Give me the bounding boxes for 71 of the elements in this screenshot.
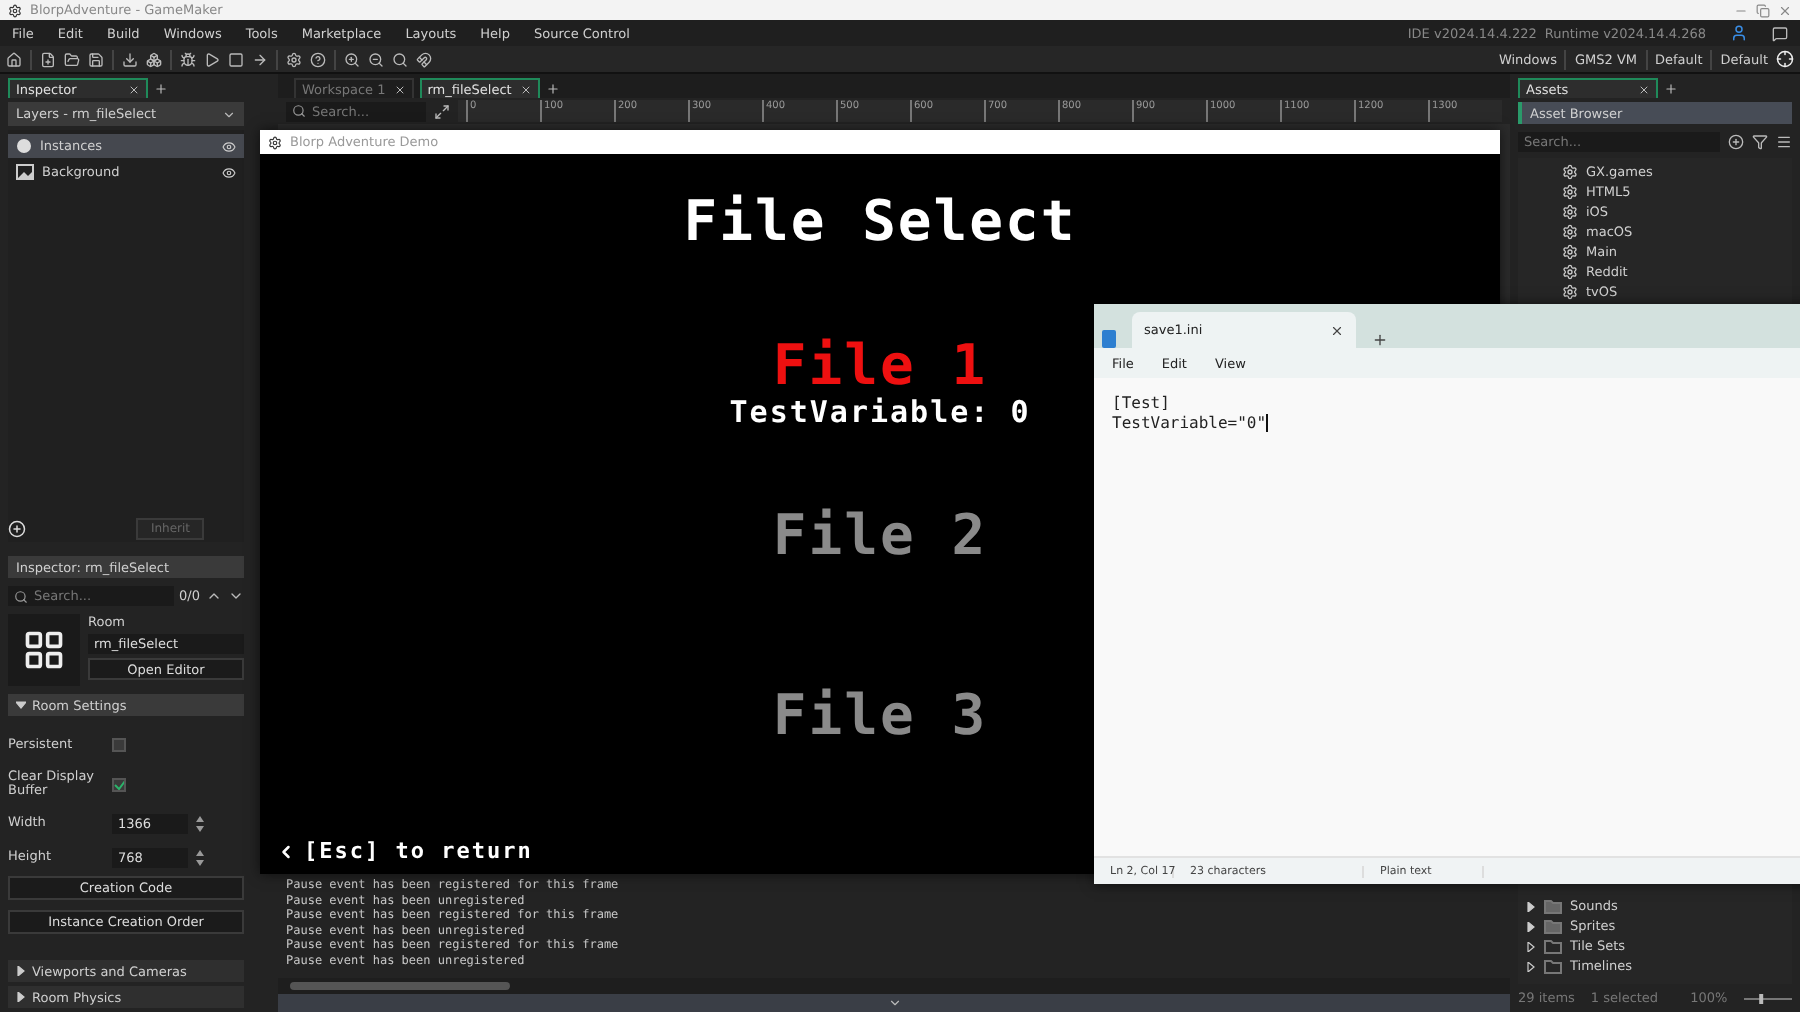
gear-icon: [1562, 264, 1578, 280]
magnet-icon[interactable]: [416, 51, 432, 67]
download-icon[interactable]: [122, 51, 138, 67]
open-folder-icon[interactable]: [64, 51, 80, 67]
checkbox[interactable]: [112, 777, 126, 791]
settings-icon[interactable]: [286, 51, 302, 67]
stop-icon[interactable]: [228, 51, 244, 67]
add-tab-icon[interactable]: [154, 81, 168, 95]
gear-icon: [1562, 184, 1578, 200]
screen-title: File Select: [683, 194, 1077, 250]
visibility-icon[interactable]: [222, 165, 236, 179]
close-icon[interactable]: [1330, 323, 1344, 337]
previous-icon[interactable]: [206, 588, 222, 604]
next-icon[interactable]: [228, 588, 244, 604]
instances-icon: [16, 138, 32, 154]
visibility-icon[interactable]: [222, 139, 236, 153]
restore-icon[interactable]: [1756, 3, 1770, 17]
add-icon[interactable]: [1728, 133, 1744, 149]
expand-arrow-icon[interactable]: [16, 700, 26, 710]
expand-arrow-icon[interactable]: [16, 966, 26, 976]
notepad-icon: [1102, 330, 1116, 348]
add-tab-icon[interactable]: [1664, 81, 1678, 95]
filter-icon[interactable]: [1752, 133, 1768, 149]
file-slot[interactable]: File 3: [772, 688, 988, 744]
chat-icon[interactable]: [1772, 25, 1788, 41]
add-tab-icon[interactable]: [545, 81, 560, 95]
home-icon[interactable]: [6, 51, 22, 67]
bug-icon[interactable]: [180, 51, 196, 67]
chevron-down-icon: [222, 107, 236, 121]
account-icon[interactable]: [1730, 24, 1748, 42]
app-icon: [8, 3, 22, 17]
help-icon[interactable]: [310, 51, 326, 67]
view-icon[interactable]: [434, 103, 450, 119]
close-icon[interactable]: [519, 83, 532, 95]
add-layer-icon[interactable]: [8, 519, 26, 537]
expand-arrow-icon[interactable]: [16, 992, 26, 1002]
play-icon[interactable]: [204, 51, 220, 67]
gear-icon: [1562, 224, 1578, 240]
gear-icon: [1562, 284, 1578, 300]
room-icon: [22, 628, 66, 672]
arrow-right-icon[interactable]: [252, 51, 268, 67]
boxes-icon[interactable]: [146, 51, 162, 67]
search-icon[interactable]: [392, 51, 408, 67]
back-icon: [276, 841, 296, 861]
save-icon[interactable]: [88, 51, 104, 67]
target-icon[interactable]: [1776, 50, 1794, 68]
search-icon: [292, 104, 306, 118]
close-icon[interactable]: [128, 83, 140, 95]
gear-icon: [1562, 164, 1578, 180]
file-detail: TestVariable: 0: [729, 398, 1031, 428]
zoom-out-icon[interactable]: [368, 51, 384, 67]
scrollbar-thumb[interactable]: [290, 982, 510, 990]
zoom-in-icon[interactable]: [344, 51, 360, 67]
text-editor[interactable]: [Test] TestVariable="0": [1094, 378, 1800, 856]
spinner-icon[interactable]: [196, 815, 204, 831]
collapse-icon[interactable]: [887, 996, 901, 1010]
checkbox[interactable]: [112, 738, 126, 752]
file-slot[interactable]: File 2: [772, 508, 988, 564]
close-icon[interactable]: [393, 83, 406, 95]
search-icon: [14, 589, 28, 603]
close-icon[interactable]: [1638, 83, 1650, 95]
spinner-icon[interactable]: [196, 849, 204, 865]
app-icon: [268, 135, 282, 149]
file-slot[interactable]: File 1: [772, 338, 988, 394]
back-hint: [Esc] to return: [304, 840, 533, 862]
gear-icon: [1562, 244, 1578, 260]
new-file-icon[interactable]: [40, 51, 56, 67]
gear-icon: [1562, 204, 1578, 220]
menu-icon[interactable]: [1776, 133, 1792, 149]
image-icon: [16, 164, 34, 180]
new-tab-icon[interactable]: [1372, 332, 1388, 348]
